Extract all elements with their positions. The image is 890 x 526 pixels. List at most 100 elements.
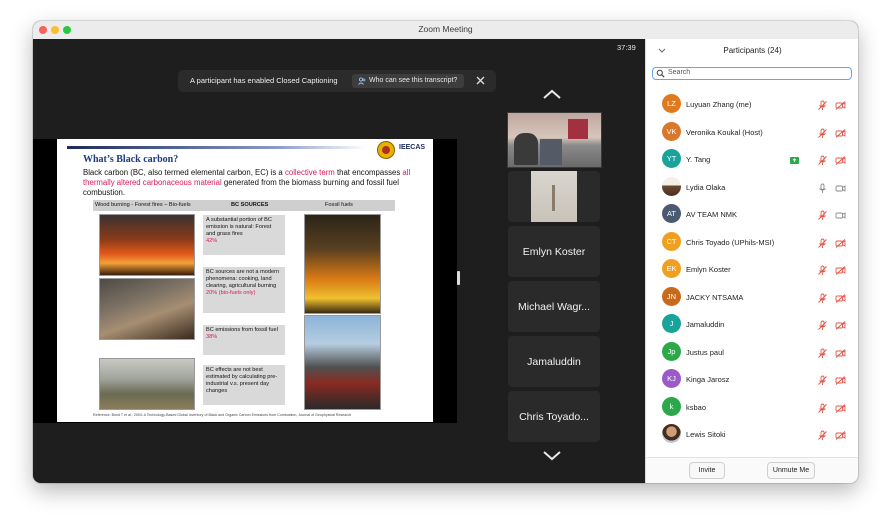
video-off-icon[interactable]: [835, 318, 846, 330]
video-off-icon[interactable]: [835, 428, 846, 440]
mic-muted-icon[interactable]: [817, 263, 828, 275]
participant-name: AV TEAM NMK: [686, 210, 737, 219]
invite-button[interactable]: Invite: [689, 462, 725, 479]
participants-panel: Participants (24) Search LZ Luyuan Zhang …: [645, 39, 858, 483]
video-off-icon[interactable]: [835, 126, 846, 138]
people-icon: [358, 77, 366, 85]
cc-banner-text: A participant has enabled Closed Caption…: [190, 76, 338, 85]
institute-logo: [377, 141, 395, 159]
video-tile[interactable]: [508, 171, 600, 222]
participant-name: Kinga Jarosz: [686, 375, 730, 384]
slide-heading: What’s Black carbon?: [83, 154, 179, 165]
participant-name: ksbao: [686, 402, 707, 412]
participant-tile[interactable]: Michael Wagr...: [508, 281, 600, 332]
participant-name: Lydia Olaka: [686, 182, 726, 192]
video-off-icon[interactable]: [835, 401, 846, 413]
mic-muted-icon[interactable]: [817, 401, 828, 413]
mic-muted-icon[interactable]: [817, 236, 828, 248]
meeting-stage: 37:39 A participant has enabled Closed C…: [33, 39, 645, 483]
avatar: KJ: [662, 369, 681, 388]
truck-exhaust-photo: [304, 315, 381, 410]
bc-source-box: A substantial portion of BC emission is …: [203, 215, 285, 255]
mic-muted-icon[interactable]: [817, 291, 828, 303]
participant-name: Emlyn Koster: [686, 265, 731, 274]
chevron-down-icon[interactable]: [542, 450, 562, 461]
slide-body-text: Black carbon (BC, also termed elemental …: [83, 168, 411, 197]
participant-row[interactable]: Lydia Olaka: [646, 174, 858, 200]
search-input[interactable]: Search: [652, 67, 852, 80]
participant-row[interactable]: LZ Luyuan Zhang (me): [646, 91, 858, 117]
participant-row[interactable]: Jp Justus paul: [646, 339, 858, 365]
participant-row[interactable]: J Jamaluddin: [646, 311, 858, 337]
participant-name: Luyuan Zhang (me): [686, 100, 752, 109]
tile-name: Emlyn Koster: [522, 246, 586, 258]
mic-muted-icon[interactable]: [817, 126, 828, 138]
screen-share-icon: [789, 153, 800, 164]
shared-screen: IEECAS What’s Black carbon? Black carbon…: [33, 139, 457, 423]
participant-name: JACKY NTSAMA: [686, 292, 744, 302]
participant-row[interactable]: CT Chris Toyado (UPhils-MSI): [646, 229, 858, 255]
table-header-wood: Wood burning - Forest fires – Bio-fuels: [95, 202, 191, 208]
mic-muted-icon[interactable]: [817, 428, 828, 440]
video-off-icon[interactable]: [835, 373, 846, 385]
mic-muted-icon[interactable]: [817, 346, 828, 358]
close-icon[interactable]: [475, 75, 486, 86]
participant-row[interactable]: VK Veronika Koukal (Host): [646, 119, 858, 145]
avatar: EK: [662, 259, 681, 278]
video-on-icon[interactable]: [835, 208, 846, 219]
avatar: [662, 176, 681, 196]
table-header-fossil: Fossil fuels: [325, 202, 353, 208]
unmute-me-button[interactable]: Unmute Me: [767, 462, 815, 479]
industrial-smoke-photo: [304, 214, 381, 314]
video-on-icon[interactable]: [835, 181, 846, 192]
avatar: k: [662, 396, 681, 416]
mic-muted-icon[interactable]: [817, 318, 828, 330]
participant-row[interactable]: YT Y. Tang: [646, 146, 858, 172]
mic-on-icon[interactable]: [817, 181, 828, 193]
participant-tile[interactable]: Chris Toyado...: [508, 391, 600, 442]
participant-tile[interactable]: Emlyn Koster: [508, 226, 600, 277]
who-can-see-transcript-label: Who can see this transcript?: [369, 77, 458, 84]
video-off-icon[interactable]: [835, 291, 846, 303]
who-can-see-transcript-button[interactable]: Who can see this transcript?: [352, 74, 464, 88]
participant-row[interactable]: k ksbao: [646, 394, 858, 420]
meeting-timer: 37:39: [617, 43, 636, 52]
participant-row[interactable]: AT AV TEAM NMK: [646, 201, 858, 227]
video-off-icon[interactable]: [835, 153, 846, 165]
avatar: JN: [662, 286, 681, 306]
video-off-icon[interactable]: [835, 346, 846, 358]
video-off-icon[interactable]: [835, 236, 846, 248]
presentation-slide: IEECAS What’s Black carbon? Black carbon…: [57, 139, 433, 422]
mic-muted-icon[interactable]: [817, 208, 828, 220]
participant-tile[interactable]: Jamaluddin: [508, 336, 600, 387]
participant-name: Chris Toyado (UPhils-MSI): [686, 237, 775, 247]
slide-table-header: Wood burning - Forest fires – Bio-fuels …: [93, 200, 395, 211]
search-placeholder: Search: [668, 69, 691, 76]
mic-muted-icon[interactable]: [817, 373, 828, 385]
participant-row[interactable]: Lewis Sitoki: [646, 421, 858, 447]
video-tile[interactable]: [507, 112, 602, 168]
bc-source-box: BC emissions from fossil fuel 38%: [203, 325, 285, 355]
bc-source-box: BC effects are not best estimated by cal…: [203, 365, 285, 405]
slide-org-label: IEECAS: [399, 144, 426, 151]
mic-muted-icon[interactable]: [817, 98, 828, 110]
slide-reference: Reference: Bond T et al., 2004: A Techno…: [93, 413, 352, 417]
participant-row[interactable]: EK Emlyn Koster: [646, 256, 858, 282]
participant-row[interactable]: JN JACKY NTSAMA: [646, 284, 858, 310]
avatar: AT: [662, 204, 681, 223]
search-icon: [656, 69, 665, 78]
participant-name: Jamaluddin: [686, 320, 725, 329]
mic-muted-icon[interactable]: [817, 153, 828, 165]
zoom-window: Zoom Meeting 37:39 A participant has ena…: [33, 21, 858, 483]
chevron-up-icon[interactable]: [542, 89, 562, 100]
participant-name: Lewis Sitoki: [686, 430, 726, 439]
video-off-icon[interactable]: [835, 98, 846, 110]
participant-name: Y. Tang: [686, 155, 711, 164]
split-resize-handle[interactable]: [457, 271, 460, 285]
avatar: LZ: [662, 94, 681, 113]
participants-title: Participants (24): [723, 46, 782, 55]
avatar: Jp: [662, 341, 681, 361]
participant-row[interactable]: KJ Kinga Jarosz: [646, 366, 858, 392]
avatar: VK: [662, 121, 681, 141]
video-off-icon[interactable]: [835, 263, 846, 275]
